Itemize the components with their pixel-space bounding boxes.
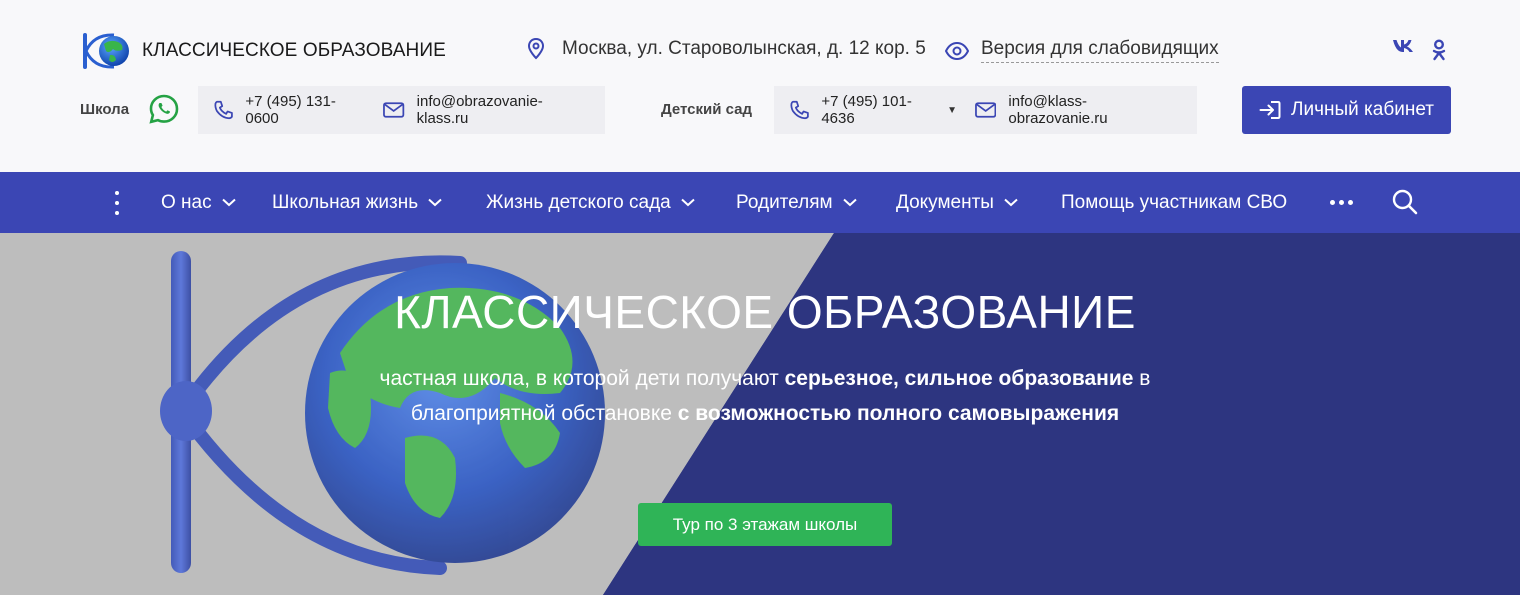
kindergarten-email-text: info@klass-obrazovanie.ru: [1008, 93, 1108, 127]
site-header: КЛАССИЧЕСКОЕ ОБРАЗОВАНИЕ Москва, ул. Ста…: [0, 0, 1520, 172]
school-phone-text: +7 (495) 131-0600: [245, 93, 336, 127]
more-horizontal-icon[interactable]: [1330, 200, 1353, 205]
nav-item-documents[interactable]: Документы: [896, 172, 1018, 233]
hero-banner: КЛАССИЧЕСКОЕ ОБРАЗОВАНИЕ частная школа, …: [0, 233, 1520, 595]
nav-item-label: Родителям: [736, 191, 833, 213]
phone-icon: [790, 100, 809, 120]
school-phone[interactable]: +7 (495) 131-0600: [214, 93, 365, 127]
chevron-down-icon: [1004, 198, 1018, 207]
nav-item-label: О нас: [161, 191, 212, 213]
nav-item-about[interactable]: О нас: [161, 172, 236, 233]
phone-icon: [214, 100, 233, 120]
vk-icon[interactable]: [1392, 39, 1414, 53]
nav-item-label: Документы: [896, 191, 994, 213]
search-icon[interactable]: [1392, 189, 1418, 220]
chevron-down-icon: [221, 198, 236, 207]
nav-item-svo-help[interactable]: Помощь участникам СВО: [1061, 172, 1287, 233]
whatsapp-icon[interactable]: [149, 94, 179, 129]
nav-item-kindergarten-life[interactable]: Жизнь детского сада: [486, 172, 695, 233]
mail-icon: [975, 102, 997, 118]
nav-item-label: Помощь участникам СВО: [1061, 191, 1288, 213]
chevron-down-icon: [681, 198, 695, 207]
more-vertical-icon[interactable]: [108, 191, 126, 215]
mail-icon: [383, 102, 405, 118]
kindergarten-label: Детский сад: [661, 101, 753, 118]
kindergarten-email[interactable]: info@klass-obrazovanie.ru: [975, 93, 1181, 127]
school-tour-button[interactable]: Тур по 3 этажам школы: [638, 503, 892, 546]
chevron-down-icon: [428, 198, 442, 207]
school-email[interactable]: info@obrazovanie-klass.ru: [383, 93, 589, 127]
caret-down-icon[interactable]: ▼: [947, 105, 957, 116]
globe-logo-icon: [80, 30, 134, 72]
school-label: Школа: [80, 101, 130, 118]
nav-item-label: Жизнь детского сада: [486, 191, 671, 213]
kindergarten-phone-text: +7 (495) 101-4636: [821, 93, 912, 127]
school-email-text: info@obrazovanie-klass.ru: [416, 93, 543, 127]
brand-name: КЛАССИЧЕСКОЕ ОБРАЗОВАНИЕ: [142, 40, 446, 61]
hero-subtitle: частная школа, в которой дети получают с…: [370, 361, 1160, 431]
site-logo[interactable]: КЛАССИЧЕСКОЕ ОБРАЗОВАНИЕ: [80, 30, 446, 72]
low-vision-link[interactable]: Версия для слабовидящих: [945, 38, 1219, 63]
hero-subtitle-bold: серьезное, сильное образование: [784, 367, 1134, 390]
kindergarten-phone[interactable]: +7 (495) 101-4636 ▼: [790, 93, 957, 127]
kindergarten-contacts: +7 (495) 101-4636 ▼ info@klass-obrazovan…: [774, 86, 1197, 134]
nav-item-school-life[interactable]: Школьная жизнь: [272, 172, 442, 233]
school-contacts: +7 (495) 131-0600 info@obrazovanie-klass…: [198, 86, 605, 134]
hero-subtitle-bold: с возможностью полного самовыражения: [677, 402, 1120, 425]
personal-cabinet-button[interactable]: Личный кабинет: [1242, 86, 1451, 134]
school-tour-label: Тур по 3 этажам школы: [672, 514, 858, 534]
nav-item-label: Школьная жизнь: [272, 191, 419, 213]
ok-icon[interactable]: [1432, 39, 1446, 61]
main-nav: О нас Школьная жизнь Жизнь детского сада…: [0, 172, 1520, 233]
chevron-down-icon: [842, 198, 857, 207]
nav-item-parents[interactable]: Родителям: [736, 172, 857, 233]
personal-cabinet-label: Личный кабинет: [1291, 99, 1434, 120]
eye-icon: [945, 41, 969, 60]
login-icon: [1259, 101, 1281, 119]
low-vision-label: Версия для слабовидящих: [981, 38, 1219, 63]
hero-title: КЛАССИЧЕСКОЕ ОБРАЗОВАНИЕ: [394, 286, 1136, 338]
map-pin-icon: [528, 38, 544, 60]
hero-subtitle-part: частная школа, в которой дети получают: [379, 367, 785, 390]
address-text: Москва, ул. Староволынская, д. 12 кор. 5: [562, 38, 926, 59]
address: Москва, ул. Староволынская, д. 12 кор. 5: [528, 38, 926, 60]
